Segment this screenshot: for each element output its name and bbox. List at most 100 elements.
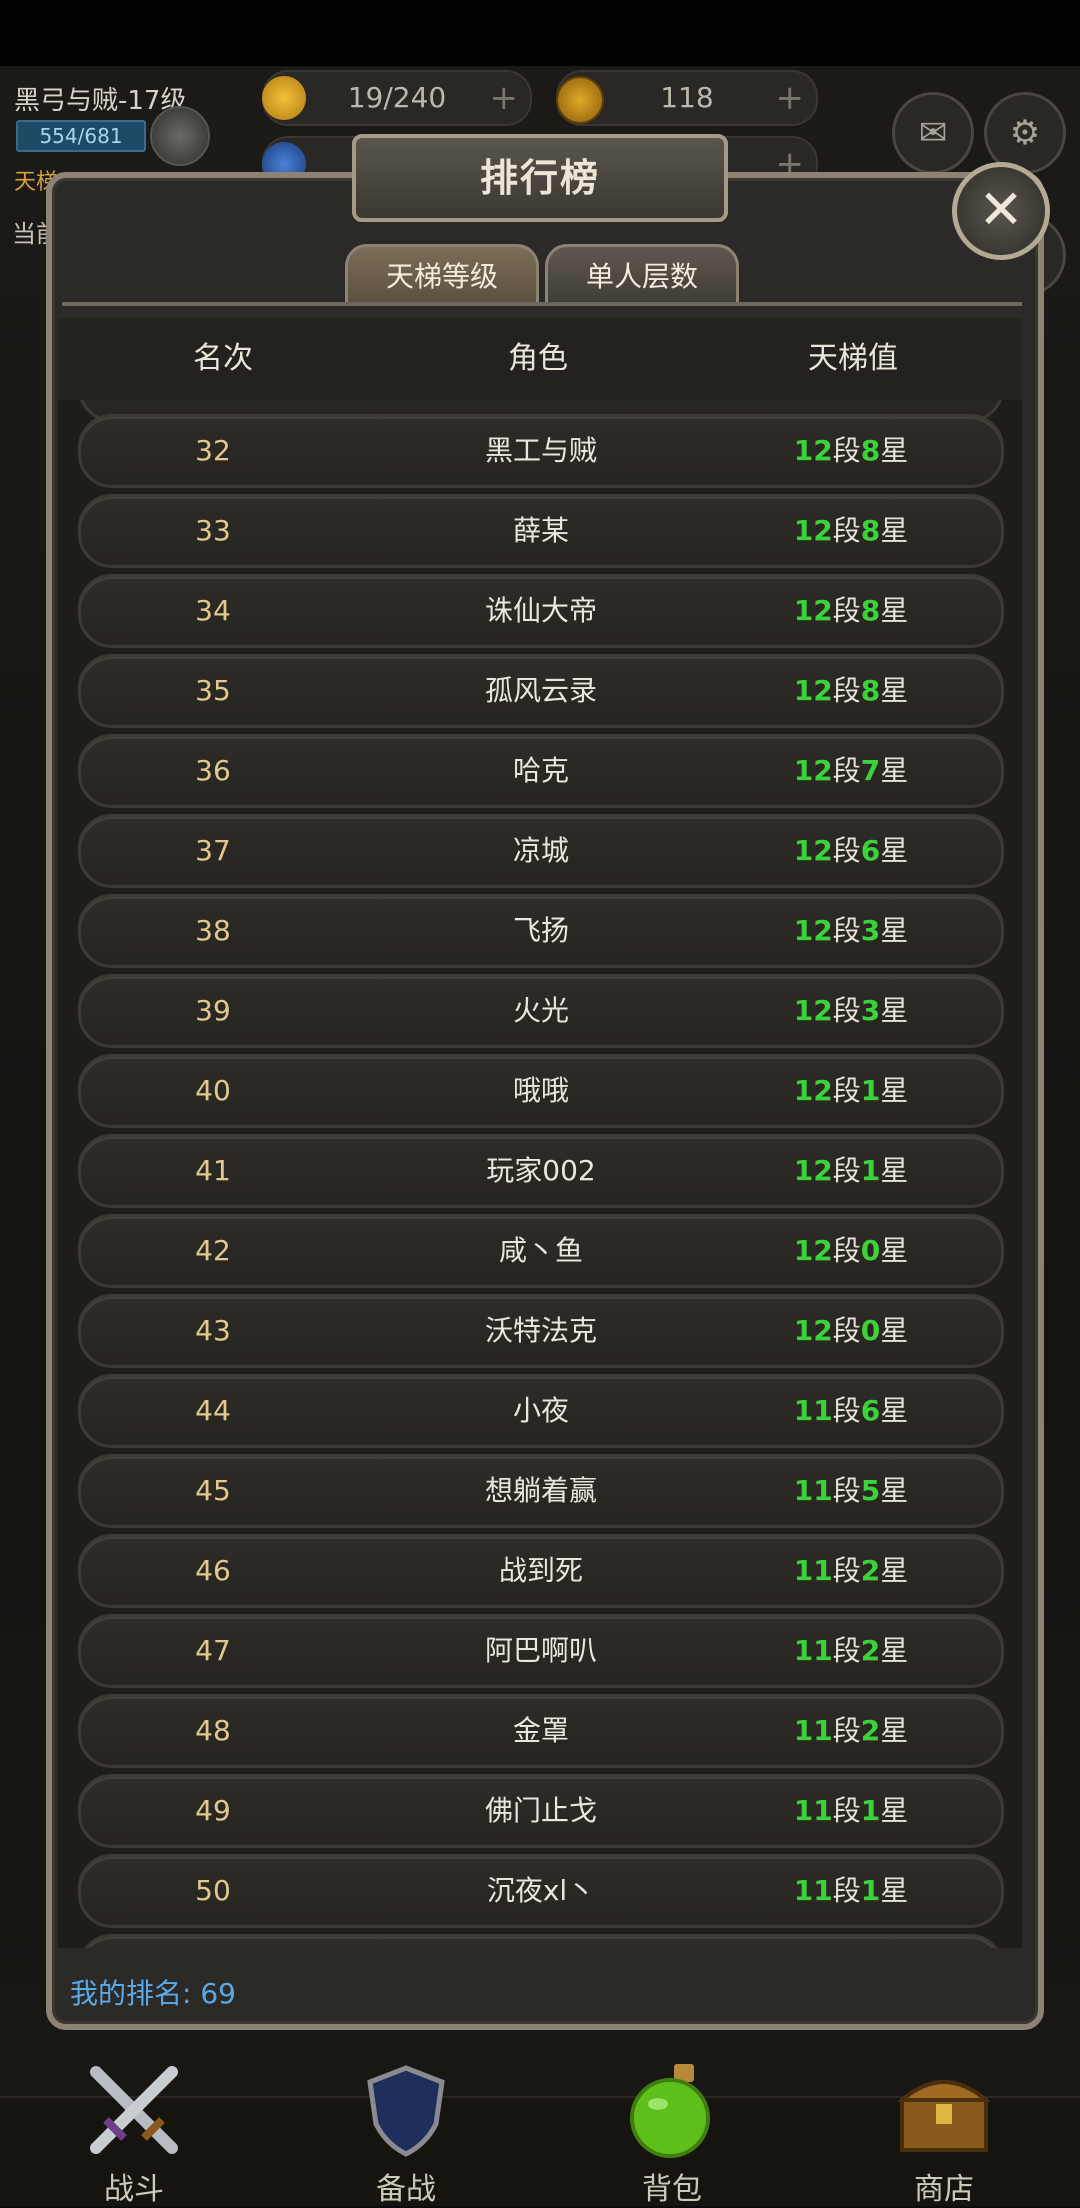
score-star: 2 xyxy=(860,1554,881,1587)
row-ladder-score: 11段1星 xyxy=(761,1777,941,1845)
row-rank: 35 xyxy=(195,674,231,707)
star-unit: 星 xyxy=(880,1394,909,1427)
segment-unit: 段 xyxy=(832,1154,861,1187)
segment-unit: 段 xyxy=(832,674,861,707)
star-unit: 星 xyxy=(880,1794,909,1827)
row-player-name: 凉城 xyxy=(512,834,569,867)
ranking-list[interactable]: 32 黑工与贼 12段8星 33 薛某 12段8星 34 诛仙大帝 12段8星 35 孤风云录 12段… xyxy=(58,400,1022,1948)
tab-solo-floors[interactable]: 单人层数 xyxy=(545,244,739,305)
row-rank: 40 xyxy=(195,1074,231,1107)
row-rank: 44 xyxy=(195,1394,231,1427)
nav-prepare[interactable]: 备战 xyxy=(336,2060,476,2208)
nav-shop[interactable]: 商店 xyxy=(874,2060,1014,2208)
energy-counter[interactable]: 19/240 + xyxy=(262,70,532,126)
table-row[interactable]: 43 沃特法克 12段0星 xyxy=(78,1294,1004,1368)
row-ladder-score: 12段0星 xyxy=(761,1297,941,1365)
star-unit: 星 xyxy=(880,1154,909,1187)
row-ladder-score: 11段6星 xyxy=(761,1377,941,1445)
row-ladder-score: 12段1星 xyxy=(761,1057,941,1125)
table-row[interactable]: 33 薛某 12段8星 xyxy=(78,494,1004,568)
table-row[interactable]: 46 战到死 11段2星 xyxy=(78,1534,1004,1608)
table-row[interactable]: 42 咸丶鱼 12段0星 xyxy=(78,1214,1004,1288)
score-star: 1 xyxy=(860,1794,881,1827)
row-ladder-score: 11段2星 xyxy=(761,1697,941,1765)
score-star: 7 xyxy=(860,754,881,787)
table-row[interactable]: 35 孤风云录 12段8星 xyxy=(78,654,1004,728)
row-player-name: 佛门止戈 xyxy=(484,1794,597,1827)
star-unit: 星 xyxy=(880,834,909,867)
add-energy-button[interactable]: + xyxy=(490,72,519,124)
table-row[interactable]: 44 小夜 11段6星 xyxy=(78,1374,1004,1448)
score-segment: 12 xyxy=(793,674,833,707)
row-player-name: 飞扬 xyxy=(512,914,569,947)
table-row[interactable]: 48 金罩 11段2星 xyxy=(78,1694,1004,1768)
row-rank: 37 xyxy=(195,834,231,867)
score-segment: 11 xyxy=(793,1714,833,1747)
row-ladder-score: 12段8星 xyxy=(761,417,941,485)
star-unit: 星 xyxy=(880,914,909,947)
table-row[interactable]: 34 诛仙大帝 12段8星 xyxy=(78,574,1004,648)
table-row[interactable]: 36 哈克 12段7星 xyxy=(78,734,1004,808)
row-player-name: 黑工与贼 xyxy=(484,434,597,467)
row-ladder-score: 12段0星 xyxy=(761,1217,941,1285)
segment-unit: 段 xyxy=(832,514,861,547)
nav-fight[interactable]: 战斗 xyxy=(64,2060,204,2208)
energy-value: 19/240 xyxy=(347,81,447,114)
score-segment: 12 xyxy=(793,514,833,547)
row-ladder-score: 12段8星 xyxy=(761,497,941,565)
score-segment: 12 xyxy=(793,1234,833,1267)
tab-divider xyxy=(62,302,1022,306)
score-star: 3 xyxy=(860,914,881,947)
row-ladder-score: 11段5星 xyxy=(761,1457,941,1525)
mail-button[interactable]: ✉ xyxy=(892,92,974,174)
row-ladder-score: 12段3星 xyxy=(761,977,941,1045)
row-rank: 49 xyxy=(195,1794,231,1827)
table-row[interactable]: 50 沉夜xl丶 11段1星 xyxy=(78,1854,1004,1928)
score-star: 0 xyxy=(860,1234,881,1267)
row-ladder-score: 12段7星 xyxy=(761,737,941,805)
table-row[interactable]: 47 阿巴啊叭 11段2星 xyxy=(78,1614,1004,1688)
row-ladder-score: 11段2星 xyxy=(761,1617,941,1685)
segment-unit: 段 xyxy=(832,994,861,1027)
add-coin-button[interactable]: + xyxy=(776,72,805,124)
row-rank: 50 xyxy=(195,1874,231,1907)
potion-icon xyxy=(630,2064,710,2158)
tab-ladder-level[interactable]: 天梯等级 xyxy=(345,244,539,305)
segment-unit: 段 xyxy=(832,1874,861,1907)
table-row[interactable]: 39 火光 12段3星 xyxy=(78,974,1004,1048)
segment-unit: 段 xyxy=(832,1794,861,1827)
row-ladder-score: 12段3星 xyxy=(761,897,941,965)
score-segment: 12 xyxy=(793,914,833,947)
table-row[interactable]: 37 凉城 12段6星 xyxy=(78,814,1004,888)
table-row[interactable]: 32 黑工与贼 12段8星 xyxy=(78,414,1004,488)
nav-bag[interactable]: 背包 xyxy=(602,2060,742,2208)
row-rank: 47 xyxy=(195,1634,231,1667)
table-row[interactable]: 45 想躺着赢 11段5星 xyxy=(78,1454,1004,1528)
close-button[interactable]: ✕ xyxy=(952,162,1050,260)
coin-icon xyxy=(556,76,604,124)
row-player-name: 沃特法克 xyxy=(484,1314,597,1347)
nav-prepare-label: 备战 xyxy=(376,2172,436,2207)
table-row[interactable]: 40 哦哦 12段1星 xyxy=(78,1054,1004,1128)
segment-unit: 段 xyxy=(832,594,861,627)
segment-unit: 段 xyxy=(832,1474,861,1507)
my-rank: 我的排名: 69 xyxy=(70,1977,236,2010)
row-player-name: 火光 xyxy=(512,994,569,1027)
score-star: 0 xyxy=(860,1314,881,1347)
star-unit: 星 xyxy=(880,1314,909,1347)
crossed-swords-icon xyxy=(90,2066,178,2154)
score-segment: 12 xyxy=(793,1314,833,1347)
score-star: 1 xyxy=(860,1074,881,1107)
star-unit: 星 xyxy=(880,754,909,787)
star-unit: 星 xyxy=(880,1074,909,1107)
table-row[interactable]: 41 玩家002 12段1星 xyxy=(78,1134,1004,1208)
row-player-name: 哈克 xyxy=(512,754,569,787)
score-star: 1 xyxy=(860,1154,881,1187)
table-row[interactable]: 38 飞扬 12段3星 xyxy=(78,894,1004,968)
xp-bar: 554/681 xyxy=(16,120,146,152)
header-ladder-score: 天梯值 xyxy=(808,341,898,376)
mail-icon: ✉ xyxy=(918,113,948,153)
coin-counter[interactable]: 118 + xyxy=(556,70,818,126)
table-row[interactable]: 49 佛门止戈 11段1星 xyxy=(78,1774,1004,1848)
row-player-name: 咸丶鱼 xyxy=(498,1234,583,1267)
